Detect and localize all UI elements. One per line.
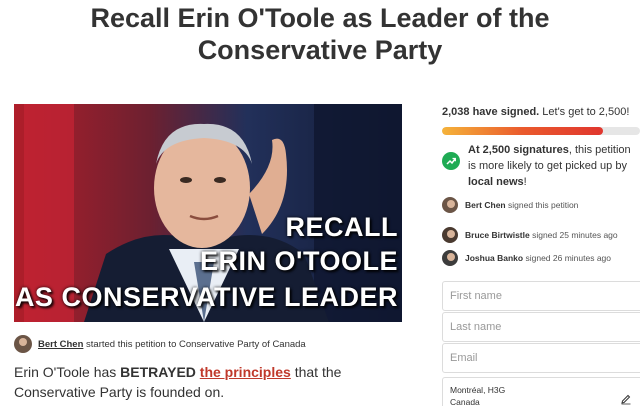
avatar: [14, 335, 32, 353]
recent-signer: Bruce Birtwistle signed 25 minutes ago: [442, 227, 618, 243]
goal-text: At 2,500 signatures, this petition is mo…: [468, 142, 640, 190]
signer-action: signed 25 minutes ago: [532, 230, 618, 240]
signer-action: signed this petition: [508, 200, 579, 210]
avatar: [442, 250, 458, 266]
petition-hero-image: RECALL ERIN O'TOOLE AS CONSERVATIVE LEAD…: [14, 104, 402, 322]
location-line1: Montréal, H3G: [450, 385, 506, 395]
goal-prompt-text: Let's get to 2,500!: [542, 106, 630, 118]
edit-icon[interactable]: [620, 393, 632, 405]
goal-strong-2: local news: [468, 176, 524, 188]
signer-name: Bert Chen: [465, 200, 506, 210]
progress-fill: [442, 127, 604, 135]
signed-count-text: 2,038 have signed.: [442, 106, 540, 118]
email-input[interactable]: [442, 343, 640, 373]
petition-description: Erin O'Toole has BETRAYED the principles…: [14, 362, 414, 402]
avatar: [442, 227, 458, 243]
last-name-input[interactable]: [442, 312, 640, 342]
signature-progress-bar: [442, 127, 640, 135]
goal-text-2: !: [523, 176, 527, 188]
description-text: Erin O'Toole has: [14, 364, 121, 380]
description-emphasis: BETRAYED: [120, 364, 196, 380]
principles-link[interactable]: the principles: [200, 364, 291, 380]
petition-starter: Bert Chen started this petition to Conse…: [14, 335, 306, 353]
location-field[interactable]: Montréal, H3G Canada: [442, 377, 640, 406]
recent-signer: Bert Chen signed this petition: [442, 197, 578, 213]
signer-name: Joshua Banko: [465, 253, 524, 263]
starter-name-link[interactable]: Bert Chen: [38, 339, 83, 350]
hero-text-line2: ERIN O'TOOLE: [200, 246, 398, 276]
petition-title: Recall Erin O'Toole as Leader of the Con…: [90, 3, 550, 65]
signature-count: 2,038 have signed. Let's get to 2,500!: [442, 106, 629, 118]
goal-strong-1: At 2,500 signatures: [468, 144, 569, 156]
starter-text: started this petition to Conservative Pa…: [86, 338, 306, 350]
signer-name: Bruce Birtwistle: [465, 230, 530, 240]
goal-notice: At 2,500 signatures, this petition is mo…: [442, 142, 640, 190]
hero-text-line3: AS CONSERVATIVE LEADER: [14, 282, 398, 312]
trend-up-icon: [442, 152, 460, 170]
recent-signer: Joshua Banko signed 26 minutes ago: [442, 250, 611, 266]
avatar: [442, 197, 458, 213]
hero-text-line1: RECALL: [285, 212, 398, 242]
signer-action: signed 26 minutes ago: [525, 253, 612, 263]
first-name-input[interactable]: [442, 281, 640, 311]
location-line2: Canada: [450, 397, 480, 406]
